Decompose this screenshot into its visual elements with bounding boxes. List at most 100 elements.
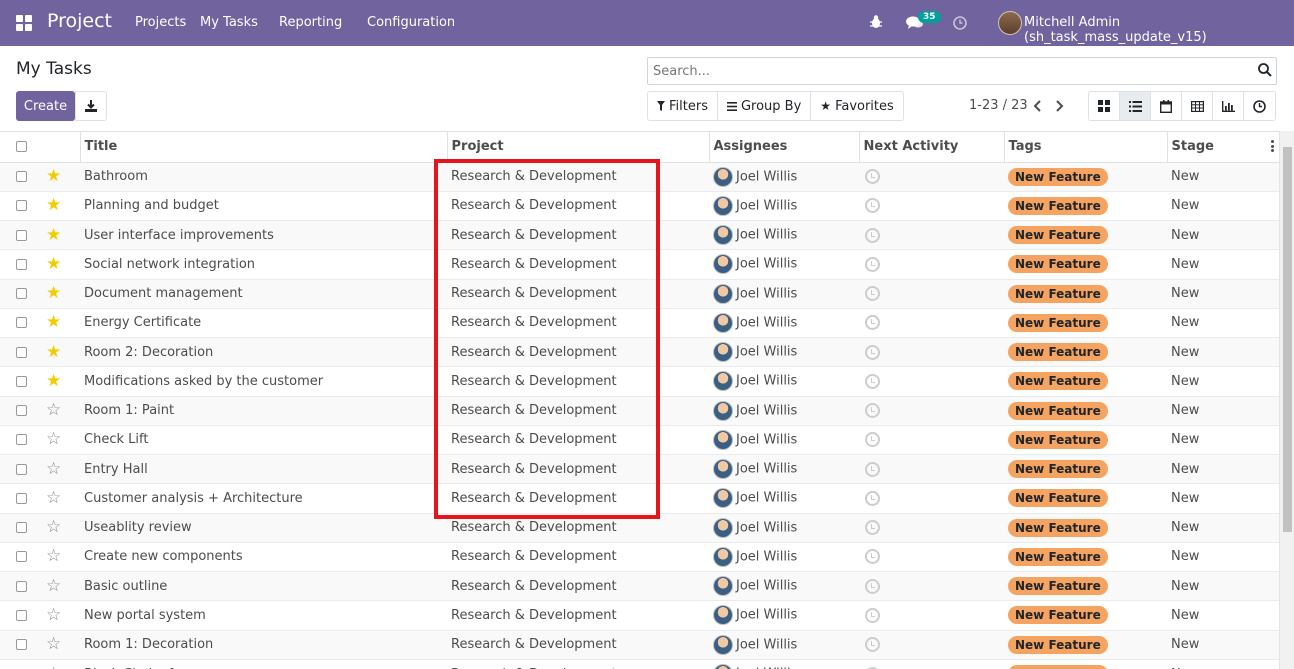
select-all-checkbox[interactable] xyxy=(16,141,27,153)
menu-projects[interactable]: Projects xyxy=(135,15,186,30)
menu-reporting[interactable]: Reporting xyxy=(279,15,342,30)
task-project[interactable]: Research & Development xyxy=(447,629,709,660)
table-row[interactable]: ☆ Useablity review Research & Development J… xyxy=(0,512,1279,543)
optional-columns-toggle-icon[interactable] xyxy=(1271,140,1274,152)
task-assignee-cell[interactable]: Joel Willis xyxy=(709,541,859,572)
task-title[interactable]: Document management xyxy=(80,278,447,309)
table-row[interactable]: ☆ Create new components Research & Develop… xyxy=(0,541,1279,572)
priority-star-icon[interactable]: ★ xyxy=(46,314,61,331)
task-next-activity-cell[interactable] xyxy=(859,249,1004,279)
table-row[interactable]: ★ User interface improvements Research & D… xyxy=(0,219,1279,250)
activity-clock-icon[interactable] xyxy=(865,256,880,272)
activity-clock-icon[interactable] xyxy=(865,286,880,302)
user-menu[interactable]: Mitchell Admin (sh_task_mass_update_v15) xyxy=(1024,15,1294,45)
task-project[interactable]: Research & Development xyxy=(447,278,709,309)
priority-star-icon[interactable]: ☆ xyxy=(46,460,61,478)
user-avatar[interactable] xyxy=(998,11,1022,35)
row-checkbox[interactable] xyxy=(16,551,27,563)
activity-clock-icon[interactable] xyxy=(865,227,880,243)
task-next-activity-cell[interactable] xyxy=(859,366,1004,396)
table-row[interactable]: ★ Room 2: Decoration Research & Developmen… xyxy=(0,336,1279,367)
row-checkbox[interactable] xyxy=(16,200,27,212)
task-stage[interactable]: New xyxy=(1167,512,1279,543)
task-project[interactable]: Research & Development xyxy=(447,453,709,484)
task-title[interactable]: Room 1: Decoration xyxy=(80,629,447,660)
column-title[interactable]: Title xyxy=(79,132,447,163)
task-next-activity-cell[interactable] xyxy=(859,278,1004,309)
row-checkbox[interactable] xyxy=(16,434,27,446)
task-next-activity-cell[interactable] xyxy=(859,541,1004,572)
task-stage[interactable]: New xyxy=(1167,395,1279,426)
task-assignee-cell[interactable]: Joel Willis xyxy=(709,219,859,250)
task-next-activity-cell[interactable] xyxy=(859,395,1004,426)
task-stage[interactable]: New xyxy=(1167,453,1279,484)
task-stage[interactable]: New xyxy=(1167,336,1279,367)
task-stage[interactable]: New xyxy=(1167,366,1279,396)
filters-button[interactable]: Filters xyxy=(648,92,718,120)
task-next-activity-cell[interactable] xyxy=(859,424,1004,455)
task-next-activity-cell[interactable] xyxy=(859,658,1004,669)
table-row[interactable]: ★ Document management Research & Developme… xyxy=(0,278,1279,309)
task-assignee-cell[interactable]: Joel Willis xyxy=(709,190,859,221)
table-row[interactable]: ☆ Entry Hall Research & Development Joel Wi… xyxy=(0,453,1279,484)
priority-star-icon[interactable]: ☆ xyxy=(46,665,61,669)
task-title[interactable]: Check Lift xyxy=(80,424,447,455)
row-checkbox[interactable] xyxy=(16,609,27,621)
task-title[interactable]: New portal system xyxy=(80,600,447,630)
task-title[interactable]: Useablity review xyxy=(80,512,447,543)
view-graph-button[interactable] xyxy=(1213,92,1244,120)
priority-star-icon[interactable]: ★ xyxy=(46,343,61,361)
row-checkbox[interactable] xyxy=(16,405,27,417)
task-title[interactable]: Black Chairs for ... xyxy=(80,658,447,669)
task-stage[interactable]: New xyxy=(1167,190,1279,221)
task-project[interactable]: Research & Development xyxy=(447,600,709,630)
view-list-button[interactable] xyxy=(1120,92,1151,120)
table-row[interactable]: ☆ Room 1: Decoration Research & Developmen… xyxy=(0,629,1279,660)
row-checkbox[interactable] xyxy=(16,171,27,183)
task-assignee-cell[interactable]: Joel Willis xyxy=(709,453,859,484)
activity-clock-icon[interactable] xyxy=(865,198,880,214)
task-project[interactable]: Research & Development xyxy=(447,307,709,338)
priority-star-icon[interactable]: ★ xyxy=(46,285,61,302)
search-input[interactable] xyxy=(648,58,1238,84)
task-title[interactable]: Modifications asked by the customer xyxy=(80,366,447,396)
task-stage[interactable]: New xyxy=(1167,658,1279,669)
activity-clock-icon[interactable] xyxy=(865,373,880,389)
menu-configuration[interactable]: Configuration xyxy=(367,15,455,30)
task-next-activity-cell[interactable] xyxy=(859,512,1004,543)
priority-star-icon[interactable]: ☆ xyxy=(46,431,61,448)
priority-star-icon[interactable]: ☆ xyxy=(46,548,61,565)
table-row[interactable]: ☆ Room 1: Paint Research & Development Joel… xyxy=(0,395,1279,426)
task-title[interactable]: Energy Certificate xyxy=(80,307,447,338)
priority-star-icon[interactable]: ★ xyxy=(46,372,61,390)
column-tags[interactable]: Tags xyxy=(1003,132,1167,163)
task-stage[interactable]: New xyxy=(1167,249,1279,279)
task-project[interactable]: Research & Development xyxy=(447,424,709,455)
task-project[interactable]: Research & Development xyxy=(447,483,709,513)
activity-clock-icon[interactable] xyxy=(865,432,880,448)
task-stage[interactable]: New xyxy=(1167,600,1279,630)
task-project[interactable]: Research & Development xyxy=(447,336,709,367)
view-activity-button[interactable] xyxy=(1244,92,1275,120)
table-row[interactable]: ☆ Check Lift Research & Development Joel Wi… xyxy=(0,424,1279,455)
row-checkbox[interactable] xyxy=(16,229,27,241)
priority-star-icon[interactable]: ☆ xyxy=(46,519,61,536)
scrollbar-thumb[interactable] xyxy=(1283,147,1292,532)
row-checkbox[interactable] xyxy=(16,463,27,475)
task-project[interactable]: Research & Development xyxy=(447,219,709,250)
apps-menu-icon[interactable] xyxy=(16,15,32,31)
table-row[interactable]: ★ Modifications asked by the customer Rese… xyxy=(0,366,1279,396)
task-stage[interactable]: New xyxy=(1167,570,1279,601)
task-next-activity-cell[interactable] xyxy=(859,629,1004,660)
task-assignee-cell[interactable]: Joel Willis xyxy=(709,161,859,192)
task-project[interactable]: Research & Development xyxy=(447,161,709,192)
task-next-activity-cell[interactable] xyxy=(859,483,1004,513)
task-title[interactable]: User interface improvements xyxy=(80,219,447,250)
task-assignee-cell[interactable]: Joel Willis xyxy=(709,249,859,279)
activity-clock-icon[interactable] xyxy=(865,578,880,594)
column-project[interactable]: Project xyxy=(446,132,709,163)
activity-clock-icon[interactable] xyxy=(865,520,880,536)
list-scrollbar[interactable] xyxy=(1279,131,1294,669)
priority-star-icon[interactable]: ☆ xyxy=(46,577,61,595)
app-brand[interactable]: Project xyxy=(47,10,112,32)
